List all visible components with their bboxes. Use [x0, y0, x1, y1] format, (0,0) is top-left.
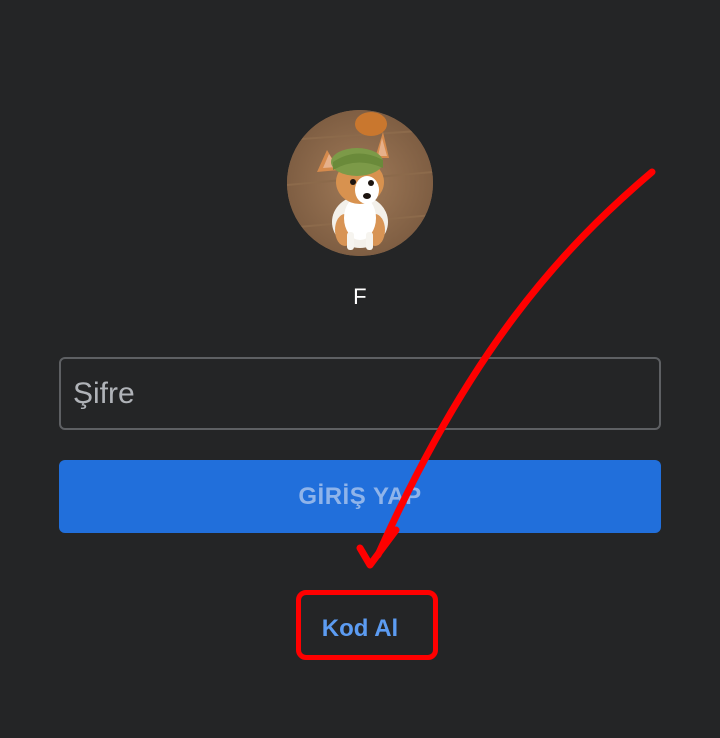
password-field[interactable] — [59, 357, 661, 430]
login-button[interactable]: GİRİŞ YAP — [59, 460, 661, 533]
profile-avatar — [287, 110, 433, 256]
username-label: F — [353, 284, 367, 309]
get-code-link[interactable]: Kod Al — [300, 610, 420, 648]
dog-photo-icon — [287, 110, 433, 256]
